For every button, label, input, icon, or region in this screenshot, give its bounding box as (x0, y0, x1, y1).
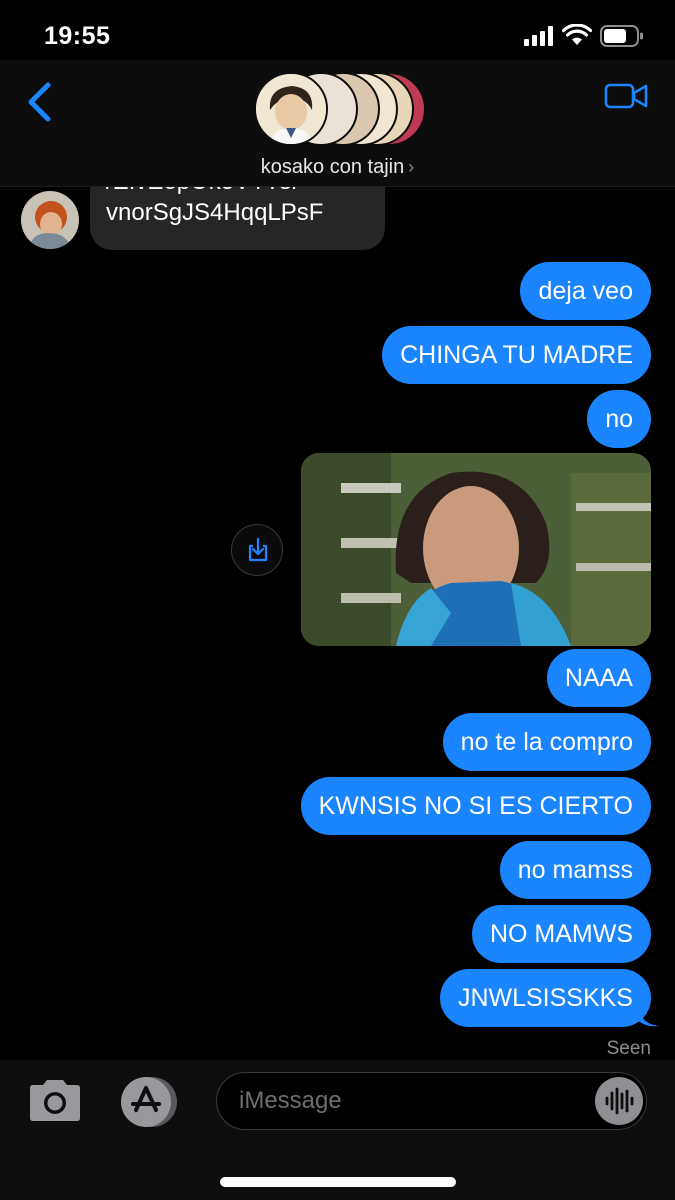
sent-message-bubble[interactable]: NO MAMWS (471, 905, 651, 963)
battery-icon (600, 25, 643, 47)
group-avatar-stack[interactable] (254, 72, 426, 146)
sent-message-bubble[interactable]: deja veo (520, 262, 651, 320)
audio-waveform-icon (605, 1087, 634, 1115)
gif-image (301, 453, 651, 646)
status-time: 19:55 (44, 22, 111, 50)
home-indicator[interactable] (220, 1177, 456, 1187)
anime-character-avatar-icon (21, 191, 79, 249)
imessage-input[interactable]: iMessage (216, 1072, 647, 1130)
received-message-bubble[interactable]: /EIvEepOkoVY?si= vnorSgJS4HqqLPsF (90, 187, 385, 250)
anime-character-avatar-icon (256, 74, 326, 144)
cellular-signal-icon (524, 26, 553, 46)
share-download-icon (248, 537, 268, 562)
sent-message-bubble[interactable]: JNWLSISSKKS (439, 969, 651, 1027)
sent-message-bubble[interactable]: CHINGA TU MADRE (382, 326, 651, 384)
chevron-right-icon: › (408, 157, 415, 177)
composer-bar: iMessage (0, 1060, 675, 1200)
sent-message-bubble[interactable]: no (587, 390, 651, 448)
back-button[interactable] (24, 82, 56, 122)
sent-message-bubble[interactable]: NAAA (546, 649, 651, 707)
app-store-button[interactable] (116, 1076, 182, 1128)
sent-message-bubble[interactable]: KWNSIS NO SI ES CIERTO (300, 777, 651, 835)
sent-message-bubble[interactable]: no mamss (499, 841, 651, 899)
sender-avatar[interactable] (21, 191, 79, 249)
wifi-icon (562, 24, 592, 45)
audio-message-button[interactable] (595, 1077, 643, 1125)
received-message-line: /EIvEepOkoVY?si= (106, 187, 369, 197)
bubble-tail (637, 1006, 659, 1027)
read-receipt: Seen (606, 1038, 651, 1059)
save-media-button[interactable] (231, 524, 283, 576)
camera-button[interactable] (26, 1078, 84, 1124)
group-name-button[interactable]: kosako con tajin › (0, 156, 675, 179)
conversation-header: kosako con tajin › (0, 60, 675, 187)
group-name-label: kosako con tajin (260, 156, 405, 178)
sent-message-bubble[interactable]: no te la compro (442, 713, 651, 771)
gif-image-message[interactable] (301, 453, 651, 646)
imessage-placeholder: iMessage (239, 1087, 342, 1114)
video-call-button[interactable] (604, 80, 648, 112)
received-message-line: vnorSgJS4HqqLPsF (106, 199, 324, 226)
member-avatar (254, 72, 328, 146)
message-list[interactable]: /EIvEepOkoVY?si= vnorSgJS4HqqLPsF deja v… (0, 187, 675, 1060)
